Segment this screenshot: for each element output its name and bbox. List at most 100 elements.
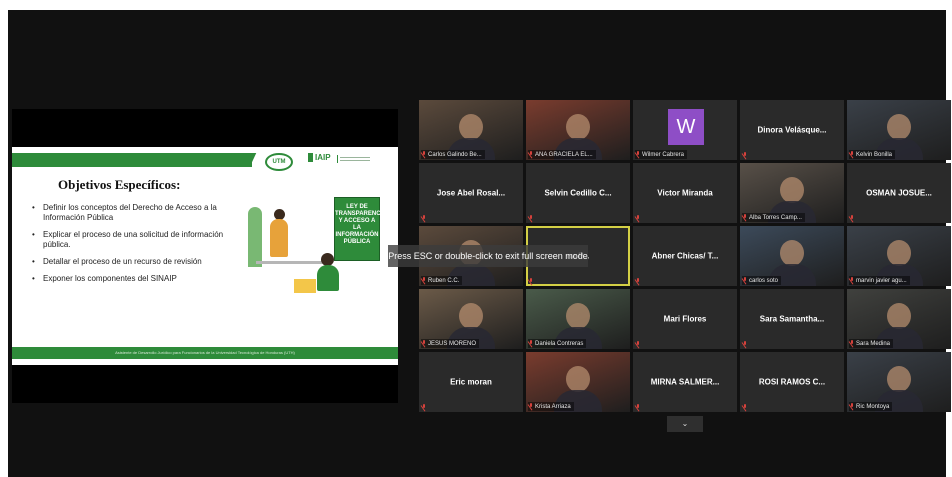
mic-muted-icon xyxy=(529,215,533,221)
participant-silhouette xyxy=(887,240,911,266)
participant-label-text: Krista Arriaza xyxy=(535,404,571,410)
slide-footer: Asistente de Desarrollo Jurídico para Fu… xyxy=(12,347,398,359)
participant-tile[interactable]: Daniela Contreras xyxy=(526,289,630,349)
participant-tile[interactable]: Jose Abel Rosal... xyxy=(419,163,523,223)
mic-muted-icon xyxy=(636,151,640,157)
participant-tile[interactable]: OSMAN JOSUE... xyxy=(847,163,951,223)
participant-tile[interactable]: Abner Chicas/ T... xyxy=(633,226,737,286)
illustration-desk xyxy=(256,261,326,264)
participant-tile[interactable]: Krista Arriaza xyxy=(526,352,630,412)
mic-muted-icon xyxy=(850,403,854,409)
chevron-down-icon: ⌄ xyxy=(681,419,689,428)
participant-tile[interactable]: carlos soto xyxy=(740,226,844,286)
slide-bullet: Explicar el proceso de una solicitud de … xyxy=(32,230,232,250)
mic-muted-icon xyxy=(422,404,426,410)
participant-tile[interactable]: Ric Montoya xyxy=(847,352,951,412)
book-cover-text: LEY DE TRANSPARENCIA Y ACCESO A LA INFOR… xyxy=(335,204,387,245)
slide-bullet: Exponer los componentes del SINAIP xyxy=(32,274,232,284)
participant-tile[interactable]: ANA GRACIELA EL... xyxy=(526,100,630,160)
mic-muted-icon xyxy=(743,277,747,283)
mic-muted-icon xyxy=(422,340,426,346)
iaip-logo-subtitle xyxy=(337,155,372,163)
participant-tile[interactable]: JESUS MORENO xyxy=(419,289,523,349)
participant-tile[interactable]: Mari Flores xyxy=(633,289,737,349)
participant-label: Kelvin Bonilla xyxy=(849,150,896,159)
shared-screen: UTM IAIP Objetivos Específicos: Definir … xyxy=(12,109,398,403)
participant-label-text: Wilmer Cabrera xyxy=(642,152,685,158)
utm-logo: UTM xyxy=(265,153,293,171)
participant-tile[interactable]: Dinora Velásque... xyxy=(740,100,844,160)
mic-muted-icon xyxy=(422,151,426,157)
participant-silhouette xyxy=(459,303,483,329)
mic-muted-icon xyxy=(743,152,747,158)
mic-muted-icon xyxy=(422,277,426,283)
iaip-mark-icon xyxy=(308,153,313,163)
participant-label-text: Sara Medina xyxy=(856,341,891,347)
illustration-plant xyxy=(248,207,262,267)
participant-tile[interactable]: Victor Miranda xyxy=(633,163,737,223)
participant-name: Eric moran xyxy=(450,377,492,387)
participant-silhouette xyxy=(887,303,911,329)
participant-tile[interactable]: Eric moran xyxy=(419,352,523,412)
participant-label: Sara Medina xyxy=(849,339,894,348)
mic-muted-icon xyxy=(529,403,533,409)
mic-muted-icon xyxy=(743,341,747,347)
illustration-person xyxy=(270,219,288,257)
participant-name: Sara Samantha... xyxy=(759,314,825,324)
participant-label: Ruben C.C. xyxy=(421,276,463,285)
fullscreen-toast: Press ESC or double-click to exit full s… xyxy=(388,245,588,267)
participant-name: Victor Miranda xyxy=(657,188,713,198)
participant-silhouette xyxy=(459,114,483,140)
participant-tile[interactable]: W Wilmer Cabrera xyxy=(633,100,737,160)
mic-muted-icon xyxy=(529,151,533,157)
slide-title: Objetivos Específicos: xyxy=(58,177,181,192)
presentation-slide: UTM IAIP Objetivos Específicos: Definir … xyxy=(12,147,398,365)
participant-label: Krista Arriaza xyxy=(528,402,574,411)
participant-tile[interactable]: Sara Medina xyxy=(847,289,951,349)
slide-bullet: Definir los conceptos del Derecho de Acc… xyxy=(32,203,232,223)
participant-tile[interactable]: MIRNA SALMER... xyxy=(633,352,737,412)
participant-label-text: Ruben C.C. xyxy=(428,278,460,284)
participant-label-text: JESUS MORENO xyxy=(428,341,477,347)
participant-label: JESUS MORENO xyxy=(421,339,480,348)
mic-muted-icon xyxy=(636,278,640,284)
participant-silhouette xyxy=(780,177,804,203)
participant-label-text: Alba Torres Camp... xyxy=(749,215,802,221)
mic-muted-icon xyxy=(850,277,854,283)
mic-muted-icon xyxy=(850,215,854,221)
participant-label-text: Kelvin Bonilla xyxy=(856,152,893,158)
participant-label: Wilmer Cabrera xyxy=(635,150,688,159)
participant-tile[interactable]: ROSI RAMOS C... xyxy=(740,352,844,412)
slide-bullet-list: Definir los conceptos del Derecho de Acc… xyxy=(32,203,232,291)
participant-tile[interactable]: Sara Samantha... xyxy=(740,289,844,349)
participant-label-text: ANA GRACIELA EL... xyxy=(535,152,593,158)
participant-tile[interactable]: Carlos Galindo Be... xyxy=(419,100,523,160)
participant-name: Abner Chicas/ T... xyxy=(651,251,719,261)
participant-label: Carlos Galindo Be... xyxy=(421,150,485,159)
participant-label-text: Ric Montoya xyxy=(856,404,890,410)
law-book-illustration: LEY DE TRANSPARENCIA Y ACCESO A LA INFOR… xyxy=(334,197,387,261)
mic-muted-icon xyxy=(850,151,854,157)
illustration-laptop xyxy=(294,279,316,293)
iaip-logo-text: IAIP xyxy=(315,153,331,162)
participant-silhouette xyxy=(780,240,804,266)
iaip-logo: IAIP xyxy=(308,153,331,163)
participant-label-text: Carlos Galindo Be... xyxy=(428,152,482,158)
participant-label: marvin javier agu... xyxy=(849,276,910,285)
mic-muted-icon xyxy=(636,341,640,347)
participant-tile[interactable]: Alba Torres Camp... xyxy=(740,163,844,223)
mic-muted-icon xyxy=(422,215,426,221)
mic-muted-icon xyxy=(636,404,640,410)
mic-muted-icon xyxy=(743,214,747,220)
participant-silhouette xyxy=(566,366,590,392)
participant-name: Mari Flores xyxy=(663,314,707,324)
participant-name: Jose Abel Rosal... xyxy=(436,188,506,198)
participant-label-text: marvin javier agu... xyxy=(856,278,907,284)
participant-tile[interactable]: Kelvin Bonilla xyxy=(847,100,951,160)
participant-name: Selvin Cedillo C... xyxy=(544,188,612,198)
gallery-more-button[interactable]: ⌄ xyxy=(667,416,703,432)
mic-muted-icon xyxy=(529,278,533,284)
participant-tile[interactable]: marvin javier agu... xyxy=(847,226,951,286)
participant-tile[interactable]: Selvin Cedillo C... xyxy=(526,163,630,223)
participant-label: ANA GRACIELA EL... xyxy=(528,150,596,159)
